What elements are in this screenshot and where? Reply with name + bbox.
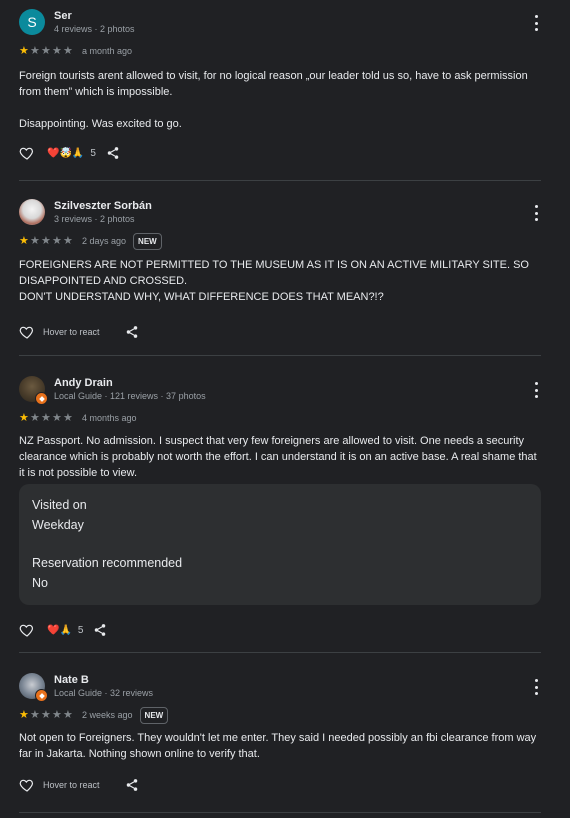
star-icon: ★ <box>41 45 51 57</box>
reactions-summary[interactable]: ❤️🙏 5 <box>47 625 83 636</box>
review-card: Nate B Local Guide · 32 reviews ★ ★ ★ ★ … <box>19 653 541 813</box>
share-icon[interactable] <box>106 146 120 160</box>
visited-on-value: Weekday <box>32 517 84 532</box>
review-text: Foreign tourists arent allowed to visit,… <box>19 70 528 130</box>
star-icon: ★ <box>41 235 51 247</box>
hover-to-react-label: Hover to react <box>43 780 100 790</box>
review-date: 4 months ago <box>82 413 137 423</box>
reviewer-meta: 3 reviews · 2 photos <box>54 214 135 224</box>
share-icon[interactable] <box>125 325 139 339</box>
avatar[interactable]: S <box>19 9 45 35</box>
review-text: FOREIGNERS ARE NOT PERMITTED TO THE MUSE… <box>19 259 529 303</box>
reaction-emojis: ❤️🙏 <box>47 624 72 636</box>
more-options-button[interactable] <box>533 15 539 31</box>
visit-details-box: Visited on Weekday Reservation recommend… <box>19 484 541 605</box>
reactions-summary[interactable]: ❤️🤯🙏 5 <box>47 148 96 159</box>
more-options-button[interactable] <box>533 382 539 398</box>
reviewer-name[interactable]: Andy Drain <box>54 377 113 389</box>
reviewer-name[interactable]: Nate B <box>54 674 89 686</box>
star-icon: ★ <box>52 235 62 247</box>
more-options-button[interactable] <box>533 205 539 221</box>
star-icon: ★ <box>30 709 40 721</box>
star-icon: ★ <box>52 709 62 721</box>
reviewer-meta: Local Guide · 121 reviews · 37 photos <box>54 391 206 401</box>
review-actions: Hover to react <box>19 319 541 345</box>
rating-row: ★ ★ ★ ★ ★ 4 months ago <box>19 410 541 426</box>
avatar[interactable] <box>19 199 45 225</box>
star-icon: ★ <box>30 45 40 57</box>
rating-row: ★ ★ ★ ★ ★ 2 days ago NEW <box>19 232 541 250</box>
reaction-count: 5 <box>90 147 96 159</box>
star-icon: ★ <box>41 709 51 721</box>
star-icon: ★ <box>19 709 29 721</box>
reviewer-name[interactable]: Szilveszter Sorbán <box>54 200 152 212</box>
review-text: NZ Passport. No admission. I suspect tha… <box>19 435 537 479</box>
rating-row: ★ ★ ★ ★ ★ a month ago <box>19 43 541 59</box>
star-icon: ★ <box>63 709 73 721</box>
heart-outline-icon[interactable] <box>19 324 35 340</box>
reviewer-meta: Local Guide · 32 reviews <box>54 688 154 698</box>
star-icon: ★ <box>63 235 73 247</box>
star-icon: ★ <box>30 235 40 247</box>
reviewer-meta: 4 reviews · 2 photos <box>54 24 135 34</box>
heart-outline-icon[interactable] <box>19 145 35 161</box>
heart-outline-icon[interactable] <box>19 622 35 638</box>
star-icon: ★ <box>30 412 40 424</box>
review-header: S Ser 4 reviews · 2 photos <box>19 9 541 43</box>
review-card: Szilveszter Sorbán 3 reviews · 2 photos … <box>19 181 541 356</box>
heart-outline-icon[interactable] <box>19 777 35 793</box>
new-badge: NEW <box>139 706 169 724</box>
star-icon: ★ <box>41 412 51 424</box>
review-date: 2 days ago <box>82 236 127 246</box>
star-icon: ★ <box>52 412 62 424</box>
star-icon: ★ <box>19 45 29 57</box>
review-date: a month ago <box>82 46 133 56</box>
avatar[interactable] <box>19 673 48 702</box>
review-actions: Hover to react <box>19 772 541 798</box>
review-header: Andy Drain Local Guide · 121 reviews · 3… <box>19 376 541 410</box>
star-rating: ★ ★ ★ ★ ★ <box>19 45 74 57</box>
reservation-label: Reservation recommended <box>32 556 183 570</box>
share-icon[interactable] <box>125 778 139 792</box>
hover-to-react-label: Hover to react <box>43 327 100 337</box>
avatar-photo <box>19 199 45 225</box>
reviewer-name[interactable]: Ser <box>54 10 72 22</box>
star-rating: ★ ★ ★ ★ ★ <box>19 235 74 247</box>
review-header: Szilveszter Sorbán 3 reviews · 2 photos <box>19 199 541 233</box>
star-icon: ★ <box>63 45 73 57</box>
new-badge: NEW <box>133 232 162 250</box>
review-text: Not open to Foreigners. They wouldn't le… <box>19 732 537 760</box>
local-guide-badge-icon <box>35 689 48 702</box>
more-options-button[interactable] <box>533 679 539 695</box>
review-card: S Ser 4 reviews · 2 photos ★ ★ ★ ★ ★ a m… <box>19 0 541 181</box>
share-icon[interactable] <box>93 623 107 637</box>
star-icon: ★ <box>19 235 29 247</box>
reaction-count: 5 <box>77 624 84 636</box>
local-guide-badge-icon <box>35 392 48 405</box>
star-icon: ★ <box>63 412 73 424</box>
avatar-letter: S <box>19 9 45 35</box>
star-icon: ★ <box>52 45 62 57</box>
rating-row: ★ ★ ★ ★ ★ 2 weeks ago NEW <box>19 706 541 724</box>
review-actions: ❤️🙏 5 <box>19 617 541 643</box>
star-rating: ★ ★ ★ ★ ★ <box>19 709 74 721</box>
visited-on-label: Visited on <box>32 498 87 512</box>
avatar[interactable] <box>19 376 48 405</box>
review-actions: ❤️🤯🙏 5 <box>19 140 541 166</box>
review-date: 2 weeks ago <box>82 710 133 720</box>
star-icon: ★ <box>19 412 29 424</box>
reaction-emojis: ❤️🤯🙏 <box>47 147 85 159</box>
star-rating: ★ ★ ★ ★ ★ <box>19 412 74 424</box>
review-card: Andy Drain Local Guide · 121 reviews · 3… <box>19 356 541 653</box>
reservation-value: No <box>32 575 48 590</box>
review-header: Nate B Local Guide · 32 reviews <box>19 673 541 707</box>
